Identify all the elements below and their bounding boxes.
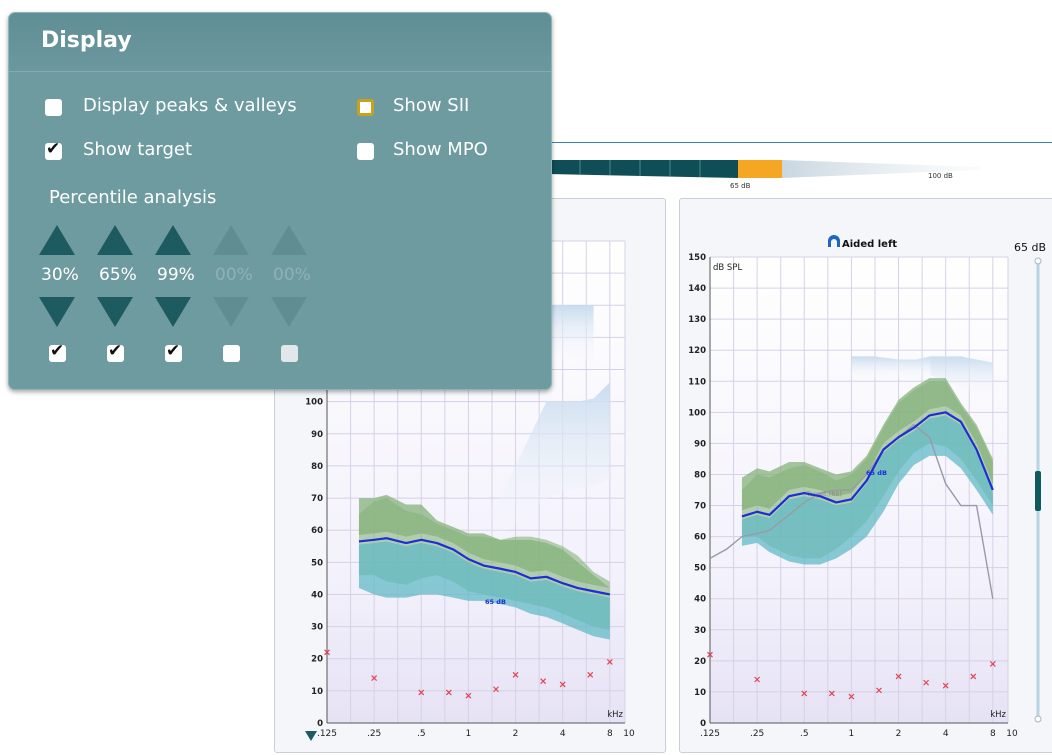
x-tick-label: 1 [849,729,855,739]
y-tick-label: 90 [311,430,323,440]
y-tick-label: 130 [688,315,706,325]
x-tick-label: 1 [466,729,472,739]
aided-left-chart-panel: 0 10 20 30 40 50 60 70 80 90 100 110 120 130 140 150.12… [679,198,1052,753]
y-tick-label: 70 [694,502,706,512]
level-bar-dark-segment [548,160,738,178]
scroll-down-arrow-icon[interactable] [305,731,317,741]
show-sii-checkbox[interactable] [357,99,374,116]
x-tick-label: .25 [750,729,764,739]
x-tick-label: 2 [513,729,519,739]
level-marker-100: 100 dB [928,172,953,180]
percentile-3-checkbox[interactable] [165,341,182,362]
percentile-99-down-arrow-icon[interactable] [155,297,191,327]
percentile-30-down-arrow-icon[interactable] [39,297,75,327]
show-mpo-label: Show MPO [393,139,488,160]
display-panel: Display Display peaks & valleys Show SII… [8,12,552,390]
y-tick-label: 70 [311,494,323,504]
percentile-5-down-arrow-icon [271,297,307,327]
x-tick-label: 8 [607,729,613,739]
level-slider-thumb[interactable] [1035,471,1041,511]
x-tick-label: 10 [1006,729,1018,739]
level-marker-65: 65 dB [730,182,751,190]
y-tick-label: 10 [311,687,323,697]
y-tick-label: 80 [694,470,706,480]
y-tick-label: 30 [694,626,706,636]
response-curve-label: 65 dB [485,598,506,606]
x-tick-label: 2 [896,729,902,739]
right-chart-title: Aided left [842,239,897,250]
y-tick-label: 20 [311,655,323,665]
y-tick-label: 40 [311,590,323,600]
percentile-4-up-arrow-icon [213,225,249,255]
percentile-99-up-arrow-icon[interactable] [155,225,191,255]
y-tick-label: 80 [311,462,323,472]
y-tick-label: 90 [694,439,706,449]
x-tick-label: 8 [990,729,996,739]
show-target-label: Show target [83,139,193,160]
y-tick-label: 50 [694,564,706,574]
x-tick-label: .25 [367,729,381,739]
y-tick-label: 10 [694,688,706,698]
display-panel-header: Display [9,13,551,72]
percentile-5-up-arrow-icon [271,225,307,255]
y-tick-label: 60 [694,533,706,543]
level-slider-top [1034,257,1042,265]
level-bar-current-segment [738,160,782,178]
display-panel-title: Display [41,28,132,53]
mpo-region [851,356,931,382]
y-tick-label: 120 [688,346,706,356]
level-readout: 65 dB [1014,241,1046,254]
response-curve-label: 65 dB [866,469,887,477]
y-tick-label: 0 [317,719,323,729]
percentile-value-2: 65% [99,265,137,285]
y-tick-label: 150 [688,253,706,263]
y-tick-label: 0 [700,719,706,729]
x-tick-label: 10 [623,729,635,739]
percentile-value-1: 30% [41,265,79,285]
percentile-2-checkbox[interactable] [107,341,124,362]
percentile-value-3: 99% [157,265,195,285]
percentile-4-checkbox[interactable] [223,345,240,362]
show-mpo-checkbox[interactable] [357,143,374,160]
percentile-value-4: 00% [215,265,253,285]
y-tick-label: 40 [694,595,706,605]
y-tick-label: 60 [311,526,323,536]
percentile-1-checkbox[interactable] [49,341,66,362]
y-tick-label: 30 [311,623,323,633]
y-tick-label: 100 [688,408,706,418]
right-chart: 0102030405060708090100110120130140150.12… [688,235,1046,739]
percentile-value-5: 00% [273,265,311,285]
ear-icon [828,235,840,247]
peaks-valleys-checkbox[interactable] [45,99,62,116]
percentile-30-up-arrow-icon[interactable] [39,225,75,255]
percentile-65-down-arrow-icon[interactable] [97,297,133,327]
percentile-5-checkbox [281,345,298,362]
x-tick-label: 4 [943,729,949,739]
y-tick-label: 20 [694,657,706,667]
show-sii-label: Show SII [393,95,470,116]
peaks-valleys-label: Display peaks & valleys [83,95,297,116]
input-level-bar[interactable]: 65 dB 100 dB [540,142,1052,192]
y-tick-label: 50 [311,558,323,568]
level-slider-bottom [1034,715,1042,723]
x-tick-label: .5 [800,729,809,739]
percentile-65-up-arrow-icon[interactable] [97,225,133,255]
x-tick-label: .5 [417,729,426,739]
percentile-analysis-label: Percentile analysis [49,187,217,208]
y-axis-unit-label: dB SPL [713,263,742,273]
x-axis-unit-label: kHz [607,710,623,720]
percentile-4-down-arrow-icon [213,297,249,327]
y-tick-label: 140 [688,284,706,294]
y-tick-label: 110 [688,377,706,387]
show-target-checkbox[interactable] [45,139,62,160]
y-tick-label: 100 [305,398,323,408]
x-tick-label: .125 [700,729,720,739]
x-tick-label: .125 [317,729,337,739]
x-axis-unit-label: kHz [990,710,1006,720]
x-tick-label: 4 [560,729,566,739]
